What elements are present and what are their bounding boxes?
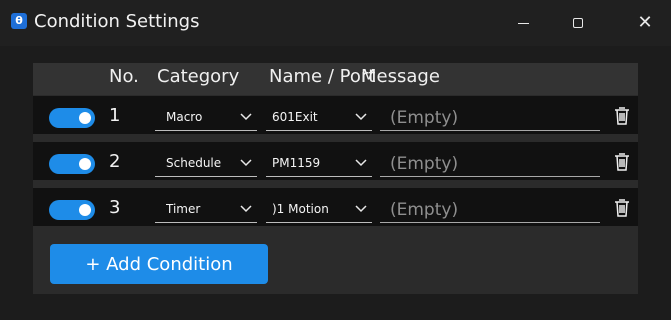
table-header: No. Category Name / Port Message — [33, 63, 638, 95]
name-port-dropdown[interactable]: 601Exit — [266, 104, 372, 131]
enable-toggle[interactable] — [49, 154, 95, 174]
category-value: Macro — [166, 110, 203, 124]
category-dropdown[interactable]: Macro — [155, 104, 257, 131]
toggle-knob — [79, 158, 91, 170]
close-button[interactable]: ✕ — [622, 0, 668, 46]
toggle-knob — [79, 204, 91, 216]
header-name-port: Name / Port — [269, 66, 376, 87]
condition-row: 1 Macro 601Exit (Empty) — [33, 96, 638, 134]
enable-toggle[interactable] — [49, 200, 95, 220]
trash-icon[interactable] — [613, 152, 631, 172]
name-port-value: 601Exit — [272, 110, 318, 124]
add-condition-button[interactable]: + Add Condition — [50, 244, 268, 284]
app-icon: θ — [11, 13, 27, 29]
window-title: Condition Settings — [34, 11, 200, 32]
trash-icon[interactable] — [613, 198, 631, 218]
add-condition-area: + Add Condition — [33, 234, 638, 294]
row-number: 1 — [109, 105, 121, 126]
category-value: Schedule — [166, 156, 222, 170]
chevron-down-icon — [355, 159, 367, 167]
condition-row: 2 Schedule PM1159 (Empty) — [33, 142, 638, 180]
message-placeholder: (Empty) — [390, 154, 459, 174]
chevron-down-icon — [240, 113, 252, 121]
header-no: No. — [109, 66, 139, 87]
minimize-button[interactable] — [500, 0, 546, 46]
name-port-dropdown[interactable]: PM1159 — [266, 150, 372, 177]
name-port-dropdown[interactable]: )1 Motion — [266, 196, 372, 223]
category-dropdown[interactable]: Schedule — [155, 150, 257, 177]
message-placeholder: (Empty) — [390, 108, 459, 128]
message-placeholder: (Empty) — [390, 200, 459, 220]
close-icon: ✕ — [637, 12, 653, 33]
title-bar: θ Condition Settings ✕ — [0, 0, 671, 46]
name-port-value: )1 Motion — [272, 202, 329, 216]
message-input[interactable]: (Empty) — [380, 196, 600, 223]
condition-row: 3 Timer )1 Motion (Empty) — [33, 188, 638, 226]
name-port-value: PM1159 — [272, 156, 321, 170]
enable-toggle[interactable] — [49, 108, 95, 128]
chevron-down-icon — [240, 159, 252, 167]
trash-icon[interactable] — [613, 106, 631, 126]
conditions-panel: No. Category Name / Port Message 1 Macro… — [33, 63, 638, 294]
header-message: Message — [361, 66, 440, 87]
message-input[interactable]: (Empty) — [380, 104, 600, 131]
maximize-icon — [573, 18, 583, 28]
chevron-down-icon — [240, 205, 252, 213]
toggle-knob — [79, 112, 91, 124]
minimize-icon — [517, 22, 529, 24]
category-value: Timer — [166, 202, 201, 216]
maximize-button[interactable] — [555, 0, 601, 46]
message-input[interactable]: (Empty) — [380, 150, 600, 177]
row-number: 3 — [109, 197, 121, 218]
header-category: Category — [157, 66, 240, 87]
category-dropdown[interactable]: Timer — [155, 196, 257, 223]
row-number: 2 — [109, 151, 121, 172]
chevron-down-icon — [355, 205, 367, 213]
chevron-down-icon — [355, 113, 367, 121]
